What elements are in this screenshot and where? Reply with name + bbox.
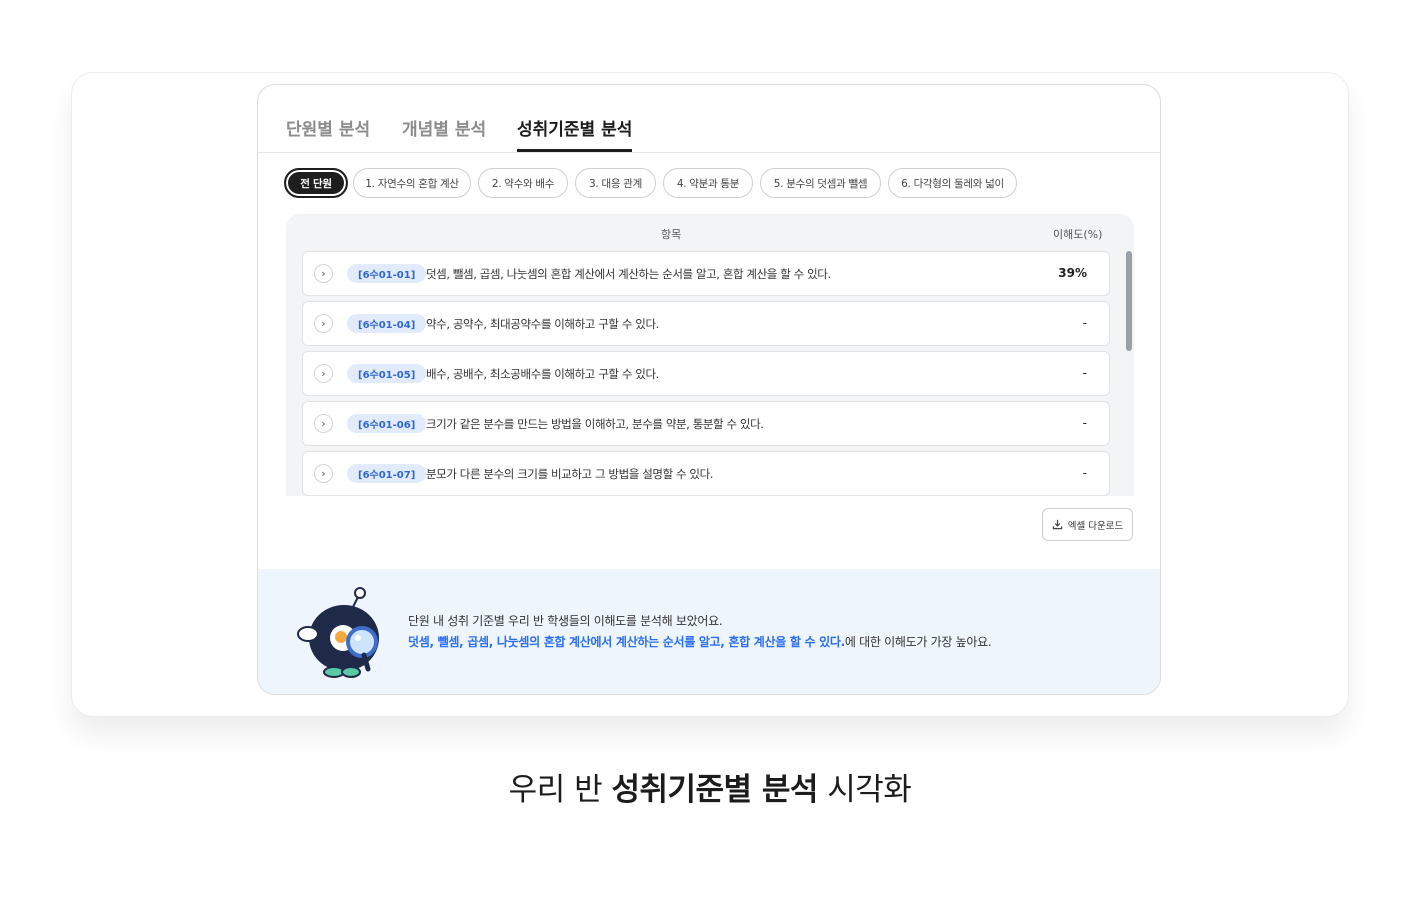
download-icon: [1052, 519, 1062, 530]
table-row[interactable]: › [6수01-01] 덧셈, 뺄셈, 곱셈, 나눗셈의 혼합 계산에서 계산하…: [302, 251, 1110, 296]
table-row[interactable]: › [6수01-07] 분모가 다른 분수의 크기를 비교하고 그 방법을 설명…: [302, 451, 1110, 496]
header-item: 항목: [661, 228, 682, 241]
chevron-right-icon[interactable]: ›: [314, 414, 333, 433]
standard-desc: 약수, 공약수, 최대공약수를 이해하고 구할 수 있다.: [426, 317, 659, 331]
score-value: -: [1082, 466, 1087, 480]
caption-prefix: 우리 반: [508, 772, 612, 808]
chip-unit-3[interactable]: 3. 대응 관계: [575, 168, 656, 198]
table-scrollbar[interactable]: [1126, 251, 1132, 351]
chip-all-units[interactable]: 전 단원: [284, 168, 348, 198]
standard-desc: 분모가 다른 분수의 크기를 비교하고 그 방법을 설명할 수 있다.: [426, 467, 714, 481]
tab-concept-analysis[interactable]: 개념별 분석: [402, 115, 486, 152]
tab-unit-analysis[interactable]: 단원별 분석: [286, 115, 370, 152]
chevron-right-icon[interactable]: ›: [314, 364, 333, 383]
summary-highlight: 덧셈, 뺄셈, 곱셈, 나눗셈의 혼합 계산에서 계산하는 순서를 알고, 혼합…: [408, 635, 845, 649]
caption-bold: 성취기준별 분석: [611, 772, 818, 808]
score-value: -: [1082, 366, 1087, 380]
summary-suffix: 에 대한 이해도가 가장 높아요.: [844, 635, 992, 649]
chevron-right-icon[interactable]: ›: [314, 464, 333, 483]
achievement-table: 항목 이해도(%) › [6수01-01] 덧셈, 뺄셈, 곱셈, 나눗셈의 혼…: [286, 214, 1134, 496]
chevron-right-icon[interactable]: ›: [314, 314, 333, 333]
mascot-magnifier-icon: [297, 587, 379, 678]
score-value: 39%: [1058, 266, 1087, 280]
standard-code: [6수01-04]: [347, 314, 427, 333]
summary-line-1: 단원 내 성취 기준별 우리 반 학생들의 이해도를 분석해 보았어요.: [408, 614, 723, 628]
tab-bar: 단원별 분석 개념별 분석 성취기준별 분석: [258, 85, 1160, 153]
standard-desc: 크기가 같은 분수를 만드는 방법을 이해하고, 분수를 약분, 통분할 수 있…: [426, 417, 764, 431]
excel-download-button[interactable]: 엑셀 다운로드: [1042, 508, 1133, 541]
chip-unit-6[interactable]: 6. 다각형의 둘레와 넓이: [888, 168, 1017, 198]
chevron-right-icon[interactable]: ›: [314, 264, 333, 283]
chip-unit-4[interactable]: 4. 약분과 통분: [663, 168, 753, 198]
standard-code: [6수01-01]: [347, 264, 427, 283]
standard-desc: 배수, 공배수, 최소공배수를 이해하고 구할 수 있다.: [426, 367, 659, 381]
standard-desc: 덧셈, 뺄셈, 곱셈, 나눗셈의 혼합 계산에서 계산하는 순서를 알고, 혼합…: [426, 267, 831, 281]
analysis-panel: 단원별 분석 개념별 분석 성취기준별 분석 전 단원 1. 자연수의 혼합 계…: [257, 84, 1161, 695]
table-row[interactable]: › [6수01-04] 약수, 공약수, 최대공약수를 이해하고 구할 수 있다…: [302, 301, 1110, 346]
excel-download-label: 엑셀 다운로드: [1067, 520, 1124, 532]
tab-achievement-analysis[interactable]: 성취기준별 분석: [517, 115, 632, 152]
summary-banner: 단원 내 성취 기준별 우리 반 학생들의 이해도를 분석해 보았어요. 덧셈,…: [258, 569, 1160, 694]
summary-line-2: 덧셈, 뺄셈, 곱셈, 나눗셈의 혼합 계산에서 계산하는 순서를 알고, 혼합…: [408, 633, 992, 650]
score-value: -: [1082, 416, 1087, 430]
caption-suffix: 시각화: [817, 772, 912, 808]
table-row[interactable]: › [6수01-05] 배수, 공배수, 최소공배수를 이해하고 구할 수 있다…: [302, 351, 1110, 396]
header-score: 이해도(%): [1053, 228, 1103, 241]
score-value: -: [1082, 316, 1087, 330]
standard-code: [6수01-07]: [347, 464, 427, 483]
chip-unit-1[interactable]: 1. 자연수의 혼합 계산: [353, 168, 471, 198]
chip-unit-2[interactable]: 2. 약수와 배수: [478, 168, 568, 198]
caption: 우리 반 성취기준별 분석 시각화: [0, 764, 1420, 809]
standard-code: [6수01-05]: [347, 364, 427, 383]
standard-code: [6수01-06]: [347, 414, 427, 433]
table-row[interactable]: › [6수01-06] 크기가 같은 분수를 만드는 방법을 이해하고, 분수를…: [302, 401, 1110, 446]
chip-unit-5[interactable]: 5. 분수의 덧셈과 뺄셈: [760, 168, 881, 198]
